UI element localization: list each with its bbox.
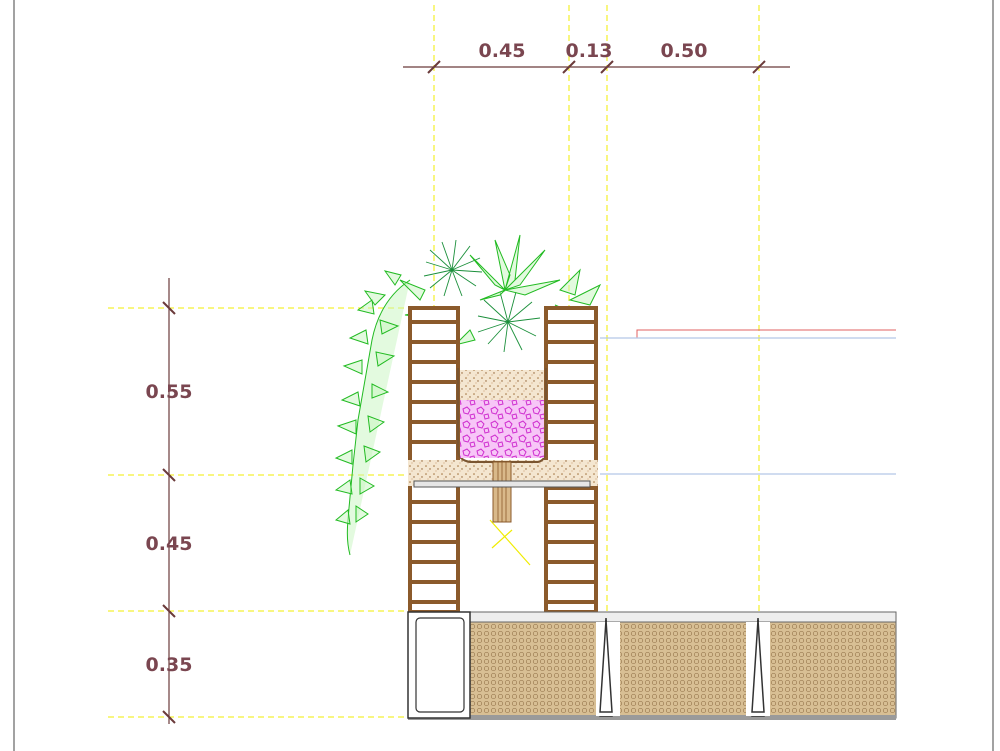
construction-section-drawing: 0.45 0.13 0.50 0.55 0.45 0.35 (13, 0, 994, 751)
dimension-label-left-2: 0.45 (146, 533, 193, 555)
hanging-foliage (334, 270, 411, 556)
reference-lines (600, 329, 896, 475)
floor-deck (407, 611, 897, 720)
dimension-label-left-1: 0.55 (146, 381, 193, 403)
dimension-label-top-2: 0.13 (566, 40, 613, 62)
drain-pipe (492, 461, 512, 523)
left-brick-wall (408, 306, 460, 612)
planter-pot (457, 368, 547, 463)
horizontal-dimension (403, 60, 790, 74)
dimension-label-top-3: 0.50 (661, 40, 708, 62)
dimension-label-left-3: 0.35 (146, 654, 193, 676)
guide-diagonal (489, 519, 531, 566)
dimension-label-top-1: 0.45 (479, 40, 526, 62)
planter-support-slab (413, 480, 591, 488)
